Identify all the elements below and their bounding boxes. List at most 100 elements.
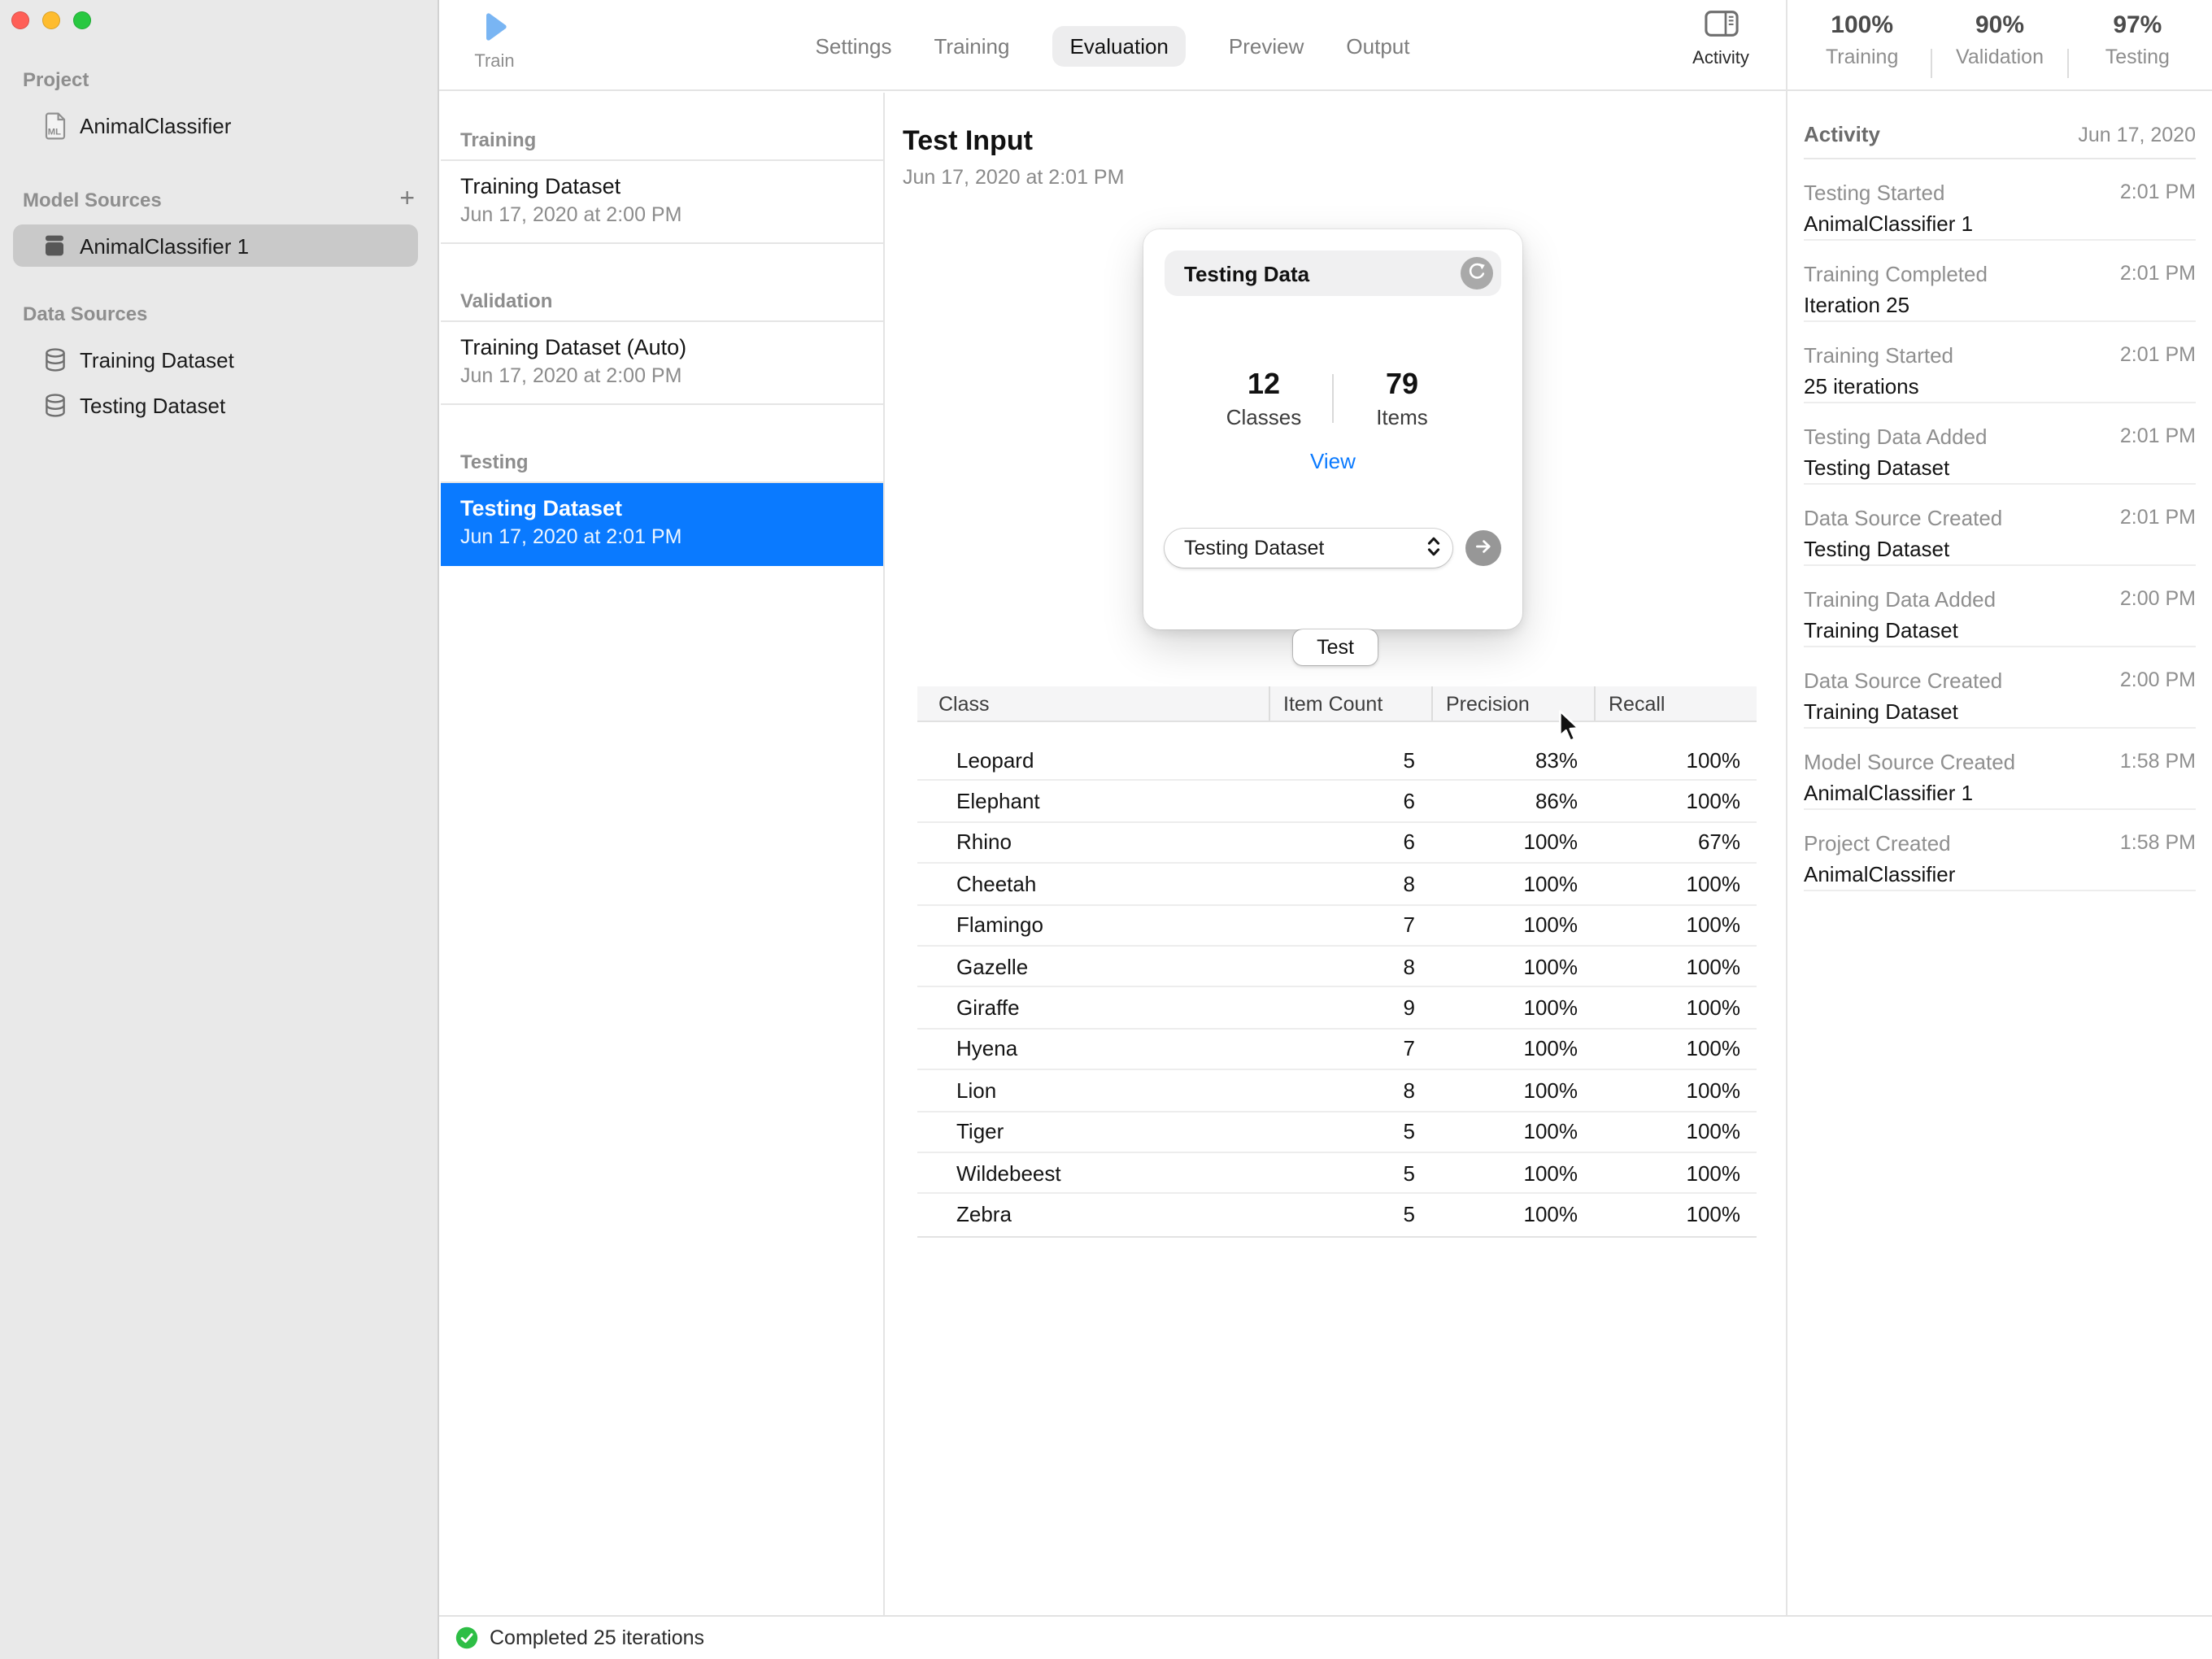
activity-entry-title: Training Completed — [1804, 262, 1988, 286]
status-text: Completed 25 iterations — [490, 1626, 705, 1649]
check-circle-icon — [455, 1626, 478, 1649]
accuracy-stat-label: Validation — [1956, 46, 2044, 68]
dataset-item-title: Training Dataset — [460, 174, 621, 198]
tab-bar: Settings Training Evaluation Preview Output — [439, 0, 1786, 91]
activity-entry-subtitle: AnimalClassifier — [1804, 862, 1956, 886]
cell-recall: 100% — [1686, 1119, 1741, 1144]
card-stat-classes: 12 Classes — [1195, 368, 1332, 429]
zoom-window-icon[interactable] — [73, 11, 91, 29]
dataset-section-header: Training — [441, 128, 883, 161]
table-row[interactable]: Rhino 6 100% 67% — [917, 823, 1757, 864]
sidebar-item-animalclassifier[interactable]: ML AnimalClassifier — [13, 104, 418, 146]
sidebar-item-training-dataset[interactable]: Training Dataset — [13, 338, 418, 381]
cell-precision: 100% — [1523, 830, 1578, 855]
table-row[interactable]: Flamingo 7 100% 100% — [917, 905, 1757, 947]
table-row[interactable]: Lion 8 100% 100% — [917, 1070, 1757, 1113]
cell-recall: 67% — [1697, 830, 1740, 855]
dataset-list-item[interactable]: Training Dataset Jun 17, 2020 at 2:00 PM — [441, 161, 883, 244]
dataset-item-subtitle: Jun 17, 2020 at 2:01 PM — [460, 525, 682, 548]
cell-recall: 100% — [1686, 1160, 1741, 1186]
activity-entry-time: 2:01 PM — [2119, 343, 2196, 366]
cell-item-count: 7 — [1403, 912, 1415, 938]
table-row[interactable]: Zebra 5 100% 100% — [917, 1195, 1757, 1236]
close-window-icon[interactable] — [11, 11, 29, 29]
tab-settings[interactable]: Settings — [816, 25, 892, 66]
activity-entry-titlerow: Testing Started 2:01 PM — [1804, 181, 2196, 205]
sidebar-item-testing-dataset[interactable]: Testing Dataset — [13, 384, 418, 426]
column-header-class[interactable]: Class — [917, 686, 1269, 721]
results-table-header: Class Item Count Precision Recall — [917, 686, 1757, 722]
sidebar-section-header: Project — [0, 68, 438, 91]
dataset-list-item[interactable]: Training Dataset (Auto) Jun 17, 2020 at 2… — [441, 322, 883, 405]
cell-item-count: 8 — [1403, 871, 1415, 896]
table-row[interactable]: Gazelle 8 100% 100% — [917, 947, 1757, 988]
dataset-select[interactable]: Testing Dataset — [1165, 529, 1452, 568]
column-header-recall[interactable]: Recall — [1594, 686, 1757, 721]
dataset-item-title: Training Dataset (Auto) — [460, 335, 687, 359]
sidebar: Project ML AnimalClassifier Model Sources + A… — [0, 0, 439, 1659]
card-stat-label: Items — [1376, 405, 1428, 429]
activity-entry-subtitle: AnimalClassifier 1 — [1804, 781, 1974, 805]
cell-recall: 100% — [1686, 912, 1741, 938]
activity-panel-icon — [1704, 10, 1738, 46]
cell-item-count: 8 — [1403, 954, 1415, 979]
cell-recall: 100% — [1686, 954, 1741, 979]
cell-item-count: 5 — [1403, 1160, 1415, 1186]
test-button[interactable]: Test — [1293, 629, 1378, 665]
card-bottom-row: Testing Dataset — [1165, 529, 1501, 568]
add-model-source-button[interactable]: + — [399, 186, 415, 212]
activity-entry-time: 2:01 PM — [2119, 506, 2196, 529]
go-button[interactable] — [1465, 530, 1501, 566]
cell-class: Flamingo — [956, 912, 1043, 938]
sidebar-section-label: Model Sources — [23, 189, 162, 211]
tab-output[interactable]: Output — [1346, 25, 1409, 66]
activity-entry-time: 1:58 PM — [2119, 750, 2196, 773]
cell-item-count: 8 — [1403, 1078, 1415, 1103]
column-header-precision[interactable]: Precision — [1431, 686, 1594, 721]
database-icon — [42, 347, 67, 372]
accuracy-stat-label: Testing — [2105, 46, 2170, 68]
activity-entry-title: Testing Started — [1804, 181, 1945, 205]
activity-entry-titlerow: Data Source Created 2:01 PM — [1804, 506, 2196, 530]
create-ml-window: Project ML AnimalClassifier Model Sources + A… — [0, 0, 2212, 1659]
minimize-window-icon[interactable] — [42, 11, 60, 29]
cell-precision: 86% — [1535, 789, 1578, 814]
activity-entry: Testing Data Added 2:01 PM Testing Dataset — [1804, 403, 2196, 485]
sidebar-item-animalclassifier-1[interactable]: AnimalClassifier 1 — [13, 224, 418, 267]
activity-entry-subtitle: Testing Dataset — [1804, 455, 1950, 480]
table-row[interactable]: Wildebeest 5 100% 100% — [917, 1153, 1757, 1195]
activity-entry-time: 2:01 PM — [2119, 262, 2196, 285]
activity-entry-title: Data Source Created — [1804, 506, 2003, 530]
tab-training[interactable]: Training — [934, 25, 1010, 66]
cell-item-count: 7 — [1403, 1036, 1415, 1061]
tab-evaluation[interactable]: Evaluation — [1052, 25, 1187, 66]
activity-entry-time: 2:00 PM — [2119, 587, 2196, 610]
tab-preview[interactable]: Preview — [1229, 25, 1304, 66]
accuracy-stat-testing: 97% Testing — [2070, 11, 2205, 89]
table-row[interactable]: Tiger 5 100% 100% — [917, 1112, 1757, 1153]
activity-button[interactable]: Activity — [1682, 10, 1760, 68]
activity-entry-time: 2:01 PM — [2119, 425, 2196, 447]
table-row[interactable]: Cheetah 8 100% 100% — [917, 864, 1757, 906]
sidebar-section: Model Sources + AnimalClassifier 1 — [0, 186, 438, 267]
dataset-item-subtitle: Jun 17, 2020 at 2:00 PM — [460, 203, 682, 226]
refresh-icon — [1467, 261, 1487, 285]
table-row[interactable]: Hyena 7 100% 100% — [917, 1029, 1757, 1071]
activity-entry-title: Testing Data Added — [1804, 425, 1988, 449]
cell-recall: 100% — [1686, 995, 1741, 1021]
dataset-list-item[interactable]: Testing Dataset Jun 17, 2020 at 2:01 PM — [441, 483, 883, 566]
cell-recall: 100% — [1686, 1078, 1741, 1103]
evaluation-pane: Test Input Jun 17, 2020 at 2:01 PM Testi… — [885, 93, 1786, 1615]
accuracy-stats: 100% Training 90% Validation 97% Testing — [1787, 0, 2212, 91]
dataset-section-header: Testing — [441, 451, 883, 483]
activity-entry-subtitle: Training Dataset — [1804, 618, 1958, 642]
view-link[interactable]: View — [1143, 449, 1522, 473]
sidebar-section-header: Model Sources + — [0, 186, 438, 212]
cell-precision: 100% — [1523, 954, 1578, 979]
column-header-item-count[interactable]: Item Count — [1269, 686, 1431, 721]
refresh-button[interactable] — [1461, 257, 1493, 290]
table-row[interactable]: Leopard 5 83% 100% — [917, 740, 1757, 782]
table-row[interactable]: Giraffe 9 100% 100% — [917, 988, 1757, 1030]
table-row[interactable]: Elephant 6 86% 100% — [917, 782, 1757, 823]
cell-class: Rhino — [956, 830, 1012, 855]
